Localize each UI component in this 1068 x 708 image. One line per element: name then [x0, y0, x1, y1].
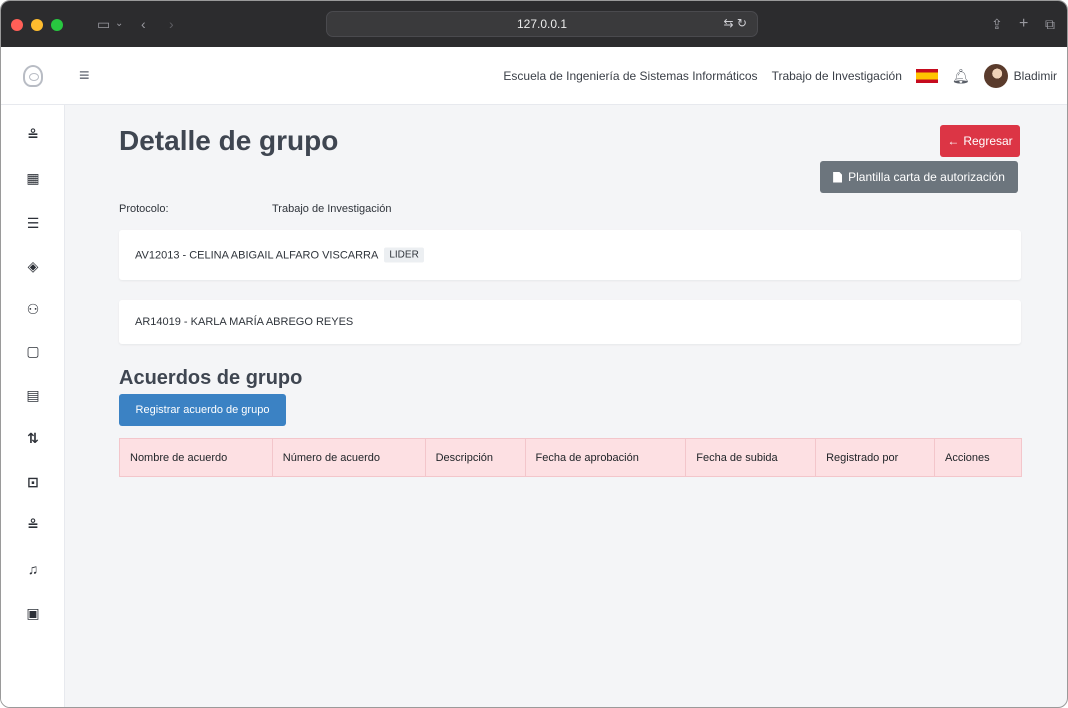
column-header: Registrado por [815, 438, 935, 477]
share-icon[interactable]: ⇪ [991, 13, 1003, 35]
column-header: Número de acuerdo [271, 438, 426, 477]
sidebar-item-code[interactable]: ⊡ [1, 467, 65, 497]
member-name: AR14019 - KARLA MARÍA ABREGO REYES [135, 316, 354, 328]
school-link[interactable]: Escuela de Ingeniería de Sistemas Inform… [503, 69, 757, 83]
sidebar-item-buildings[interactable]: ▦ [1, 163, 65, 193]
chevron-down-icon[interactable]: ⌄ [115, 13, 123, 35]
member-card: AV12013 - CELINA ABIGAIL ALFARO VISCARRA… [119, 230, 1021, 280]
close-window-button[interactable] [11, 19, 23, 31]
hamburger-menu-icon[interactable]: ≡ [79, 65, 90, 85]
page-title: Detalle de grupo [119, 125, 339, 156]
forward-arrow-icon[interactable]: › [169, 13, 174, 35]
app-header: ≡ Escuela de Ingeniería de Sistemas Info… [1, 47, 1067, 105]
sidebar-item-versions[interactable]: ⇅ [1, 423, 65, 453]
column-header: Descripción [424, 438, 526, 477]
user-menu[interactable]: Bladimir [983, 64, 1057, 88]
sidebar-item-users[interactable]: ≗ [1, 120, 65, 150]
sidebar-item-reports[interactable]: ▤ [1, 380, 65, 410]
column-header: Acciones [934, 438, 1022, 477]
leader-badge: LIDER [384, 247, 424, 263]
member-name: AV12013 - CELINA ABIGAIL ALFARO VISCARRA [135, 249, 379, 261]
building-icon: ▦ [26, 169, 40, 186]
back-button-label: Regresar [963, 134, 1013, 148]
agreements-title: Acuerdos de grupo [119, 367, 303, 389]
file-icon [833, 171, 843, 183]
column-header: Fecha de subida [685, 438, 817, 477]
tab-overview-icon[interactable]: ⧉ [1045, 13, 1055, 35]
group-icon: ⚇ [26, 300, 40, 317]
sidebar-item-network[interactable]: ◈ [1, 251, 65, 281]
bell-icon: ♫ [27, 561, 39, 577]
sidebar-item-documents[interactable]: ▢ [1, 336, 65, 366]
calendar-icon: ▣ [26, 604, 40, 621]
main-content: Detalle de grupo ← Regresar Plantilla ca… [65, 105, 1067, 707]
users-list-icon: ≗ [27, 126, 39, 143]
column-header: Fecha de aprobación [524, 438, 687, 477]
register-agreement-button[interactable]: Registrar acuerdo de grupo [119, 394, 286, 426]
address-text: 127.0.0.1 [516, 17, 568, 31]
avatar [983, 64, 1008, 88]
table-header-row: Nombre de acuerdo Número de acuerdo Desc… [119, 438, 1022, 477]
template-button-label: Plantilla carta de autorización [848, 170, 1005, 184]
back-button[interactable]: ← Regresar [940, 125, 1020, 157]
protocolo-value: Trabajo de Investigación [272, 203, 392, 215]
sidebar-item-groups[interactable]: ⚇ [1, 294, 65, 324]
minimize-window-button[interactable] [31, 19, 43, 31]
member-card: AR14019 - KARLA MARÍA ABREGO REYES [119, 300, 1021, 344]
sidebar-item-books[interactable]: ☰ [1, 208, 65, 238]
template-button[interactable]: Plantilla carta de autorización [820, 161, 1018, 193]
protocolo-label: Protocolo: [119, 203, 169, 215]
file-text-icon: ▤ [26, 386, 40, 403]
agreements-table: Nombre de acuerdo Número de acuerdo Desc… [119, 438, 1022, 477]
logo-icon[interactable] [23, 65, 43, 87]
diamond-icon: ◈ [27, 257, 39, 274]
header-nav: Escuela de Ingeniería de Sistemas Inform… [503, 47, 1057, 105]
research-link[interactable]: Trabajo de Investigación [772, 69, 902, 83]
sidebar-item-members[interactable]: ≗ [1, 510, 65, 540]
git-icon: ⇅ [27, 429, 39, 446]
member-info: AV12013 - CELINA ABIGAIL ALFARO VISCARRA… [135, 247, 424, 263]
sidebar-toggle-icon[interactable]: ▭ [97, 13, 110, 35]
browser-window: ▭ ⌄ ‹ › 127.0.0.1 ⇆ ↻ ⇪ + ⧉ ≡ Escuela de… [0, 0, 1068, 708]
column-header: Nombre de acuerdo [119, 438, 273, 477]
books-icon: ☰ [26, 214, 40, 231]
file-icon: ▢ [26, 342, 40, 359]
sidebar-item-notifications[interactable]: ♫ [1, 554, 65, 584]
arrow-left-icon: ← [947, 134, 960, 148]
users-list-icon: ≗ [27, 516, 39, 533]
address-bar[interactable]: 127.0.0.1 ⇆ ↻ [326, 11, 758, 37]
bell-icon[interactable]: 🔔︎ [952, 68, 970, 85]
user-name: Bladimir [1013, 69, 1057, 83]
back-arrow-icon[interactable]: ‹ [141, 13, 146, 35]
code-window-icon: ⊡ [27, 473, 39, 490]
sidebar-item-calendar[interactable]: ▣ [1, 598, 65, 628]
sidebar: ≗ ▦ ☰ ◈ ⚇ ▢ ▤ ⇅ ⊡ ≗ ♫ ▣ [1, 105, 65, 707]
maximize-window-button[interactable] [51, 19, 63, 31]
spain-flag-icon[interactable] [915, 69, 938, 83]
member-info: AR14019 - KARLA MARÍA ABREGO REYES [135, 316, 353, 328]
translate-reload-icons[interactable]: ⇆ ↻ [724, 16, 747, 30]
new-tab-icon[interactable]: + [1019, 13, 1028, 35]
browser-toolbar: ▭ ⌄ ‹ › 127.0.0.1 ⇆ ↻ ⇪ + ⧉ [1, 1, 1067, 47]
